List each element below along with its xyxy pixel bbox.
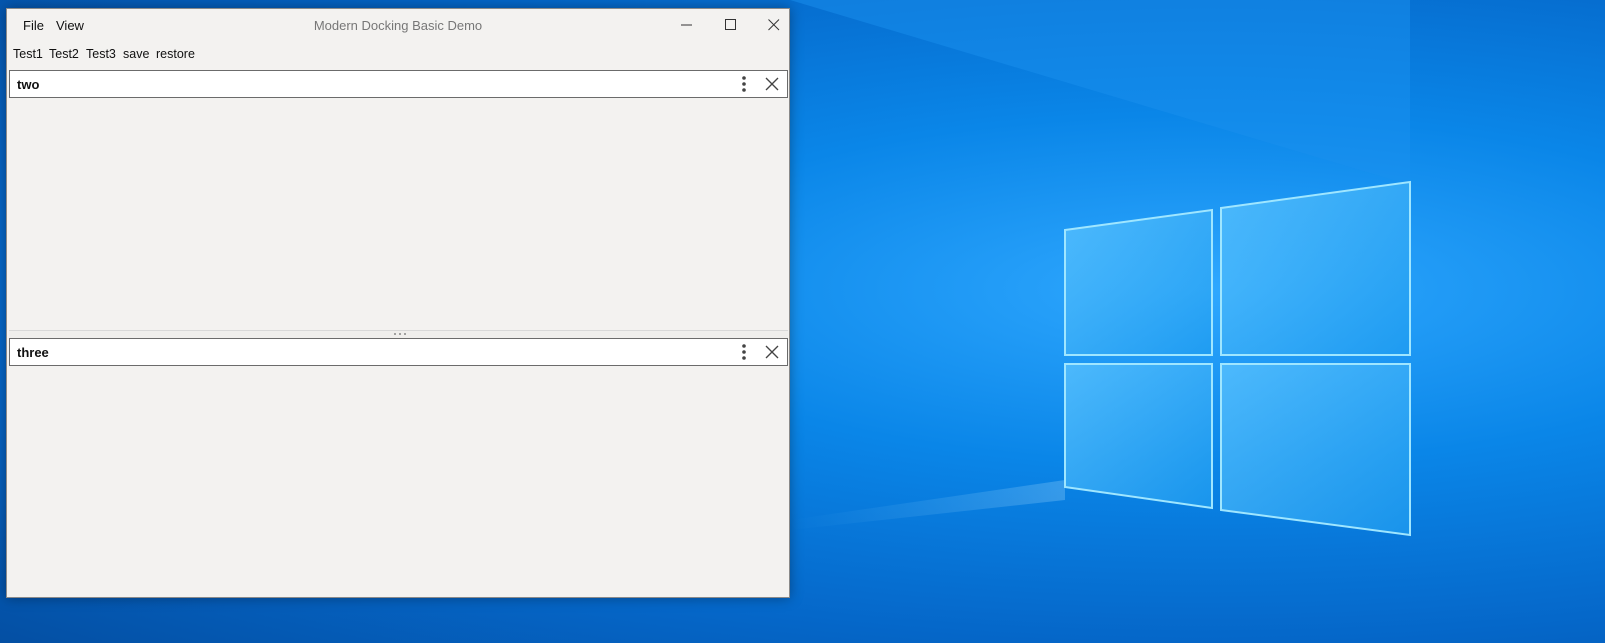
close-icon (765, 77, 779, 91)
test2-button[interactable]: Test2 (49, 47, 79, 61)
desktop: File View Modern Docking Basic Demo Test… (0, 0, 1605, 643)
restore-button[interactable]: restore (156, 47, 195, 61)
title-bar[interactable]: File View Modern Docking Basic Demo (7, 9, 789, 40)
split-divider[interactable] (9, 330, 788, 338)
toolbar: Test1 Test2 Test3 save restore (7, 47, 789, 67)
panel-two-content (9, 98, 788, 330)
panel-three-close-button[interactable] (763, 343, 781, 361)
app-window: File View Modern Docking Basic Demo Test… (6, 8, 790, 598)
vertical-ellipsis-icon (742, 344, 746, 360)
close-icon (767, 18, 779, 30)
close-icon (765, 345, 779, 359)
panel-three-content (9, 366, 788, 594)
menu-file[interactable]: File (21, 18, 46, 33)
maximize-button[interactable] (708, 9, 753, 40)
test1-button[interactable]: Test1 (13, 47, 43, 61)
save-button[interactable]: save (123, 47, 149, 61)
panel-three-menu-button[interactable] (739, 343, 749, 361)
minimize-button[interactable] (664, 9, 709, 40)
panel-three-header[interactable]: three (9, 338, 788, 366)
vertical-ellipsis-icon (742, 76, 746, 92)
test3-button[interactable]: Test3 (86, 47, 116, 61)
panel-two-title: two (17, 77, 40, 92)
grip-dots-icon (394, 333, 406, 335)
panel-two-header[interactable]: two (9, 70, 788, 98)
close-button[interactable] (751, 9, 796, 40)
panel-two-close-button[interactable] (763, 75, 781, 93)
menu-view[interactable]: View (54, 18, 86, 33)
panel-three-title: three (17, 345, 49, 360)
panel-two-menu-button[interactable] (739, 75, 749, 93)
minimize-icon (680, 24, 692, 25)
maximize-icon (724, 18, 736, 30)
